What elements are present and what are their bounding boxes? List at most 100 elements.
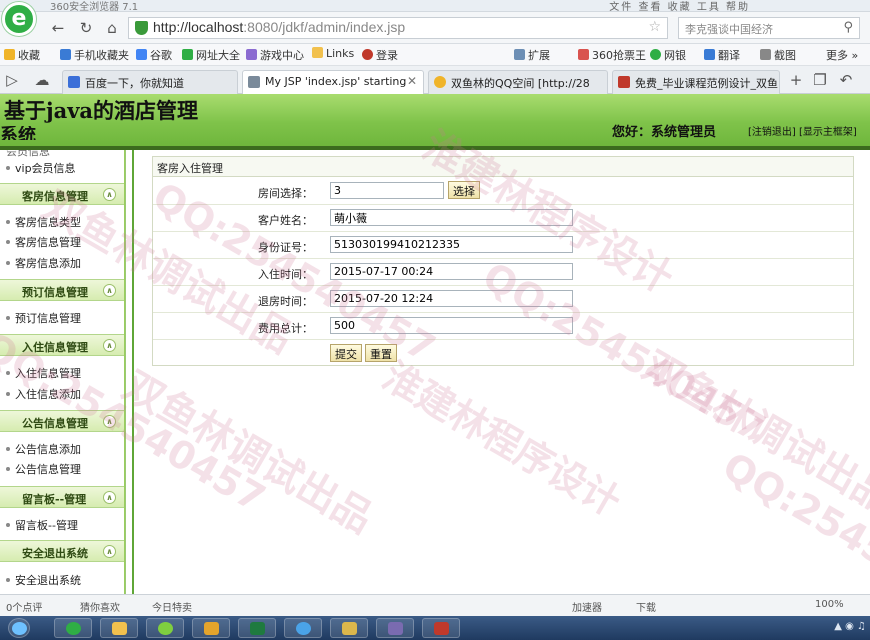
sidebar-item-booking-manage[interactable]: 预订信息管理 — [6, 310, 81, 326]
bookmarks-bar: 收藏 手机收藏夹 谷歌 网址大全 游戏中心 Links 登录 扩展 360抢票王… — [0, 44, 870, 66]
sidebar-toggle-icon[interactable]: ▷ — [2, 70, 22, 90]
checkin-time-input[interactable] — [330, 263, 573, 280]
sidebar-item-notice-manage[interactable]: 公告信息管理 — [6, 461, 81, 477]
sidebar-item-checkin-add[interactable]: 入住信息添加 — [6, 386, 81, 402]
bookmark-sites[interactable]: 网址大全 — [182, 47, 240, 63]
room-input[interactable] — [330, 182, 444, 199]
header-links[interactable]: [注销退出] [显示主框架] — [748, 123, 857, 138]
sidebar-item-room-type[interactable]: 客房信息类型 — [6, 214, 81, 230]
collapse-icon[interactable]: ∧ — [103, 339, 116, 352]
bookmark-favorites[interactable]: 收藏 — [4, 47, 40, 63]
form-row-name: 客户姓名： — [153, 205, 853, 232]
refresh-icon[interactable]: ↻ — [76, 18, 96, 38]
restore-tab-icon[interactable]: ❐ — [810, 70, 830, 90]
taskbar-folder-icon[interactable] — [100, 618, 138, 638]
site-title: 基于java的酒店管理 — [4, 98, 199, 123]
sidebar-item-notice-add[interactable]: 公告信息添加 — [6, 441, 81, 457]
bookmark-mobile[interactable]: 手机收藏夹 — [60, 47, 129, 63]
sidebar-item-room-add[interactable]: 客房信息添加 — [6, 255, 81, 271]
sidebar-splitter[interactable] — [124, 150, 125, 594]
main-content: 客房入住管理 房间选择： 选择 客户姓名： 身份证号： 入住时间： 退房时间： … — [146, 150, 870, 594]
toolbar-tickets[interactable]: 360抢票王 — [578, 47, 646, 63]
idcard-input[interactable] — [330, 236, 573, 253]
sidebar-item-room-manage[interactable]: 客房信息管理 — [6, 234, 81, 250]
search-input[interactable]: 李克强谈中国经济 ⚲ — [678, 17, 860, 39]
idcard-label: 身份证号： — [258, 241, 313, 254]
taskbar-browser-icon[interactable] — [54, 618, 92, 638]
panel-title: 客房入住管理 — [153, 157, 853, 177]
sidebar-section-booking[interactable]: 预订信息管理 ∧ — [0, 279, 124, 301]
browser-statusbar: 0个点评 猜你喜欢 今日特卖 加速器 下载 100% — [0, 594, 870, 616]
taskbar-excel-icon[interactable] — [238, 618, 276, 638]
search-icon[interactable]: ⚲ — [843, 20, 853, 35]
sidebar-item-guestbook-manage[interactable]: 留言板--管理 — [6, 517, 78, 533]
sidebar-section-logout[interactable]: 安全退出系统 ∧ — [0, 540, 124, 562]
status-zoom[interactable]: 100% — [815, 599, 844, 610]
taskbar-ide-icon[interactable] — [376, 618, 414, 638]
tab-baidu[interactable]: 百度一下，你就知道 — [62, 70, 238, 94]
form-row-checkin: 入住时间： — [153, 259, 853, 286]
bookmark-login[interactable]: 登录 — [362, 47, 398, 63]
status-download[interactable]: 下载 — [636, 599, 656, 614]
collapse-icon[interactable]: ∧ — [103, 415, 116, 428]
taskbar-qq-icon[interactable] — [284, 618, 322, 638]
system-tray[interactable]: ▲ ◉ ♫ — [834, 621, 866, 632]
status-accelerator[interactable]: 加速器 — [572, 599, 602, 614]
sidebar-item-vip[interactable]: vip会员信息 — [6, 160, 76, 176]
undo-close-icon[interactable]: ↶ — [836, 70, 856, 90]
collapse-icon[interactable]: ∧ — [103, 188, 116, 201]
toolbar-more[interactable]: 更多 » — [826, 47, 858, 63]
back-icon[interactable]: ← — [48, 18, 68, 38]
toolbar-translate[interactable]: 翻译 — [704, 47, 740, 63]
toolbar-screenshot[interactable]: 截图 — [760, 47, 796, 63]
form-row-fee: 费用总计： — [153, 313, 853, 340]
url-text: http://localhost:8080/jdkf/admin/index.j… — [153, 19, 406, 35]
form-row-actions: 提交 重置 — [153, 340, 853, 367]
collapse-icon[interactable]: ∧ — [103, 545, 116, 558]
sidebar: 会员信息 vip会员信息 客房信息管理 ∧ 客房信息类型 客房信息管理 客房信息添… — [0, 150, 126, 594]
url-input[interactable]: http://localhost:8080/jdkf/admin/index.j… — [128, 17, 668, 39]
checkout-time-label: 退房时间： — [258, 295, 313, 308]
status-deals[interactable]: 今日特卖 — [152, 599, 192, 614]
taskbar-game-icon[interactable] — [192, 618, 230, 638]
sidebar-section-notice[interactable]: 公告信息管理 ∧ — [0, 410, 124, 432]
start-button[interactable] — [8, 618, 30, 638]
search-placeholder: 李克强谈中国经济 — [685, 23, 773, 36]
collapse-icon[interactable]: ∧ — [103, 284, 116, 297]
taskbar-app-icon[interactable] — [146, 618, 184, 638]
toolbar-extensions[interactable]: 扩展 — [514, 47, 550, 63]
tab-strip: ▷ ☁ 百度一下，你就知道 My JSP 'index.jsp' startin… — [0, 66, 870, 95]
status-comments[interactable]: 0个点评 — [6, 599, 42, 614]
sidebar-item-checkin-manage[interactable]: 入住信息管理 — [6, 365, 81, 381]
customer-name-input[interactable] — [330, 209, 573, 226]
taskbar-chat-icon[interactable] — [330, 618, 368, 638]
taskbar-editor-icon[interactable] — [422, 618, 460, 638]
new-tab-icon[interactable]: + — [786, 70, 806, 90]
page-header: 基于java的酒店管理 系统 您好：系统管理员 [注销退出] [显示主框架] — [0, 94, 870, 146]
checkout-time-input[interactable] — [330, 290, 573, 307]
collapse-icon[interactable]: ∧ — [103, 491, 116, 504]
room-label: 房间选择： — [258, 187, 313, 200]
tab-qq-space[interactable]: 双鱼林的QQ空间 [http://28 — [428, 70, 608, 94]
submit-button[interactable]: 提交 — [330, 344, 362, 362]
sidebar-section-room[interactable]: 客房信息管理 ∧ — [0, 183, 124, 205]
tab-index-jsp[interactable]: My JSP 'index.jsp' starting ✕ — [242, 70, 424, 95]
reset-button[interactable]: 重置 — [365, 344, 397, 362]
sidebar-section-guestbook[interactable]: 留言板--管理 ∧ — [0, 486, 124, 508]
sidebar-section-checkin[interactable]: 入住信息管理 ∧ — [0, 334, 124, 356]
toolbar-bank[interactable]: 网银 — [650, 47, 686, 63]
cloud-icon[interactable]: ☁ — [32, 70, 52, 90]
bookmark-links[interactable]: Links — [312, 47, 354, 60]
home-icon[interactable]: ⌂ — [102, 18, 122, 38]
sidebar-item-member-partial[interactable]: 会员信息 — [6, 150, 50, 159]
form-row-checkout: 退房时间： — [153, 286, 853, 313]
tab-free-course[interactable]: 免费_毕业课程范例设计_双鱼 — [612, 70, 780, 94]
fee-input[interactable] — [330, 317, 573, 334]
bookmark-star-icon[interactable]: ☆ — [648, 19, 661, 35]
status-recommend[interactable]: 猜你喜欢 — [80, 599, 120, 614]
bookmark-games[interactable]: 游戏中心 — [246, 47, 304, 63]
close-tab-icon[interactable]: ✕ — [407, 74, 417, 88]
select-room-button[interactable]: 选择 — [448, 181, 480, 199]
sidebar-item-logout[interactable]: 安全退出系统 — [6, 572, 81, 588]
bookmark-google[interactable]: 谷歌 — [136, 47, 172, 63]
